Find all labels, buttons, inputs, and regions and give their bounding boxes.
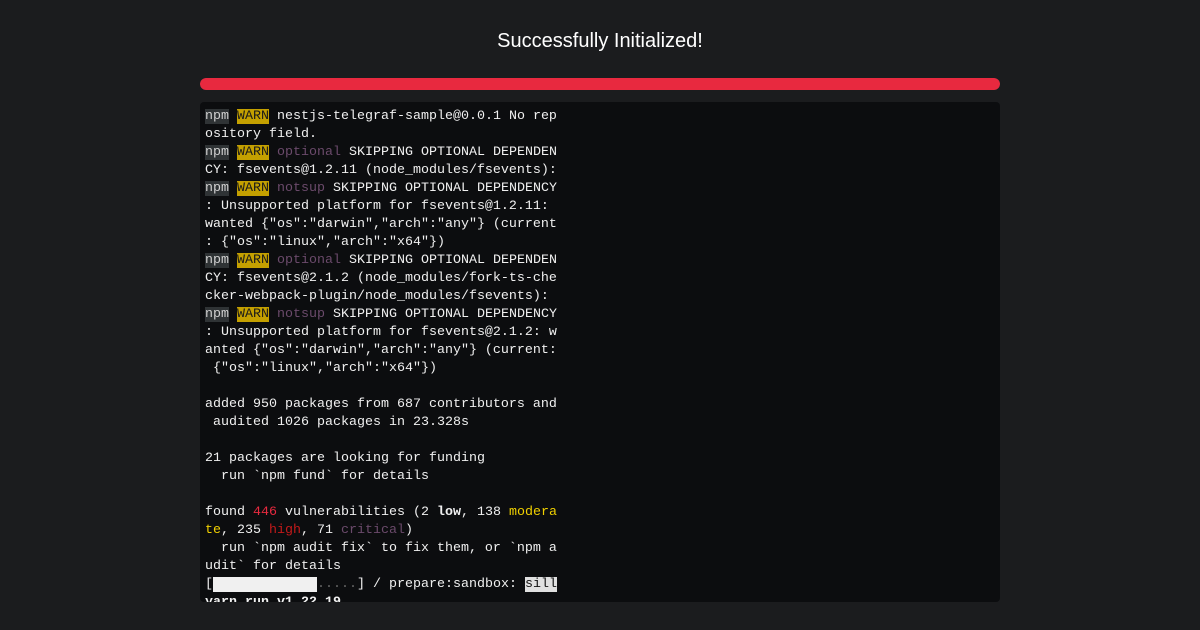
- terminal-text: 21 packages are looking for funding: [205, 451, 485, 466]
- terminal-text: [269, 145, 277, 160]
- terminal-log: npm WARN nestjs-telegraf-sample@0.0.1 No…: [205, 108, 557, 602]
- terminal-text: 446: [253, 505, 277, 520]
- terminal-text: , 235: [221, 523, 269, 538]
- terminal-text: high: [269, 523, 301, 538]
- terminal-text: SKIPPING OPTIONAL DEPENDEN: [341, 145, 557, 160]
- terminal-line: yarn run v1.22.19: [205, 594, 557, 602]
- terminal-text: npm: [205, 181, 229, 196]
- terminal-text: npm: [205, 253, 229, 268]
- page-title: Successfully Initialized!: [0, 30, 1200, 53]
- terminal-line: 21 packages are looking for funding: [205, 450, 557, 468]
- terminal-text: [269, 307, 277, 322]
- terminal-text: udit` for details: [205, 559, 341, 574]
- terminal-text: [229, 145, 237, 160]
- terminal-text: critical: [341, 523, 405, 538]
- terminal-text: anted {"os":"darwin","arch":"any"} (curr…: [205, 343, 557, 358]
- terminal-text: {"os":"linux","arch":"x64"}): [205, 361, 437, 376]
- terminal-text: optional: [277, 253, 341, 268]
- terminal-line: : {"os":"linux","arch":"x64"}): [205, 234, 557, 252]
- terminal-line: [205, 378, 557, 396]
- terminal-text: notsup: [277, 181, 325, 196]
- terminal-text: cker-webpack-plugin/node_modules/fsevent…: [205, 289, 549, 304]
- terminal-text: npm: [205, 109, 229, 124]
- terminal-line: cker-webpack-plugin/node_modules/fsevent…: [205, 288, 557, 306]
- terminal-text: [269, 253, 277, 268]
- terminal-line: npm WARN optional SKIPPING OPTIONAL DEPE…: [205, 252, 557, 270]
- terminal-line: npm WARN optional SKIPPING OPTIONAL DEPE…: [205, 144, 557, 162]
- terminal-text: notsup: [277, 307, 325, 322]
- terminal-text: audited 1026 packages in 23.328s: [205, 415, 469, 430]
- terminal-line: : Unsupported platform for fsevents@1.2.…: [205, 198, 557, 216]
- progress-bar: [200, 78, 1000, 90]
- terminal-text: wanted {"os":"darwin","arch":"any"} (cur…: [205, 217, 557, 232]
- progress-bar-fill: [200, 78, 1000, 90]
- terminal-text: , 71: [301, 523, 341, 538]
- terminal-line: {"os":"linux","arch":"x64"}): [205, 360, 557, 378]
- terminal-text: run `npm fund` for details: [205, 469, 429, 484]
- terminal-line: run `npm audit fix` to fix them, or `npm…: [205, 540, 557, 558]
- terminal-text: [269, 181, 277, 196]
- terminal-line: wanted {"os":"darwin","arch":"any"} (cur…: [205, 216, 557, 234]
- terminal-text: : Unsupported platform for fsevents@2.1.…: [205, 325, 557, 340]
- terminal-text: WARN: [237, 181, 269, 196]
- terminal-text: sill: [525, 577, 557, 592]
- terminal-text: low: [437, 505, 461, 520]
- terminal-line: anted {"os":"darwin","arch":"any"} (curr…: [205, 342, 557, 360]
- terminal-text: optional: [277, 145, 341, 160]
- terminal-text: [: [205, 577, 213, 592]
- terminal-line: npm WARN nestjs-telegraf-sample@0.0.1 No…: [205, 108, 557, 126]
- terminal-text: : {"os":"linux","arch":"x64"}): [205, 235, 445, 250]
- terminal-line: found 446 vulnerabilities (2 low, 138 mo…: [205, 504, 557, 522]
- terminal-text: [229, 109, 237, 124]
- terminal-text: run `npm audit fix` to fix them, or `npm…: [205, 541, 557, 556]
- terminal-text: .....: [317, 577, 357, 592]
- terminal-line: : Unsupported platform for fsevents@2.1.…: [205, 324, 557, 342]
- terminal-text: #############: [213, 577, 317, 592]
- terminal-text: te: [205, 523, 221, 538]
- terminal-line: udit` for details: [205, 558, 557, 576]
- terminal-line: [#############.....] / prepare:sandbox: …: [205, 576, 557, 594]
- terminal-text: modera: [509, 505, 557, 520]
- terminal-text: SKIPPING OPTIONAL DEPENDENCY: [325, 181, 557, 196]
- terminal-line: npm WARN notsup SKIPPING OPTIONAL DEPEND…: [205, 180, 557, 198]
- terminal-text: : Unsupported platform for fsevents@1.2.…: [205, 199, 549, 214]
- terminal-text: WARN: [237, 145, 269, 160]
- terminal-line: audited 1026 packages in 23.328s: [205, 414, 557, 432]
- terminal-line: [205, 432, 557, 450]
- terminal-text: npm: [205, 307, 229, 322]
- terminal-text: ] / prepare:sandbox:: [357, 577, 525, 592]
- terminal-line: ository field.: [205, 126, 557, 144]
- terminal-text: SKIPPING OPTIONAL DEPENDENCY: [325, 307, 557, 322]
- terminal-text: [229, 307, 237, 322]
- terminal-text: found: [205, 505, 253, 520]
- terminal-text: ): [405, 523, 413, 538]
- terminal-text: WARN: [237, 253, 269, 268]
- terminal-line: te, 235 high, 71 critical): [205, 522, 557, 540]
- terminal-line: CY: fsevents@1.2.11 (node_modules/fseven…: [205, 162, 557, 180]
- terminal-text: CY: fsevents@1.2.11 (node_modules/fseven…: [205, 163, 557, 178]
- terminal-line: CY: fsevents@2.1.2 (node_modules/fork-ts…: [205, 270, 557, 288]
- terminal-text: WARN: [237, 307, 269, 322]
- terminal-line: run `npm fund` for details: [205, 468, 557, 486]
- terminal-text: [229, 253, 237, 268]
- terminal-text: CY: fsevents@2.1.2 (node_modules/fork-ts…: [205, 271, 557, 286]
- terminal-text: npm: [205, 145, 229, 160]
- terminal-line: npm WARN notsup SKIPPING OPTIONAL DEPEND…: [205, 306, 557, 324]
- terminal-text: nestjs-telegraf-sample@0.0.1 No rep: [269, 109, 557, 124]
- terminal-output[interactable]: npm WARN nestjs-telegraf-sample@0.0.1 No…: [200, 102, 1000, 602]
- terminal-text: , 138: [461, 505, 509, 520]
- terminal-text: yarn run v1.22.19: [205, 595, 341, 602]
- terminal-line: added 950 packages from 687 contributors…: [205, 396, 557, 414]
- terminal-text: [229, 181, 237, 196]
- terminal-line: [205, 486, 557, 504]
- terminal-text: vulnerabilities (2: [277, 505, 437, 520]
- terminal-text: added 950 packages from 687 contributors…: [205, 397, 557, 412]
- terminal-text: WARN: [237, 109, 269, 124]
- terminal-text: SKIPPING OPTIONAL DEPENDEN: [341, 253, 557, 268]
- terminal-text: ository field.: [205, 127, 317, 142]
